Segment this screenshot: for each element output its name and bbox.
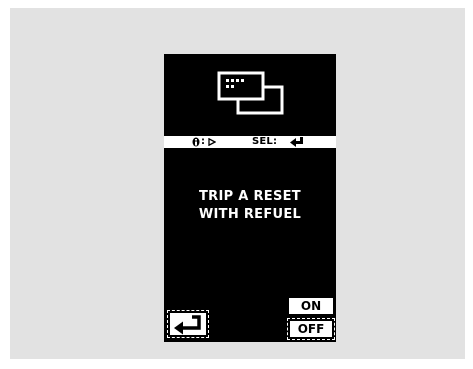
- off-button[interactable]: OFF: [287, 318, 335, 340]
- status-bar: : SEL:: [164, 136, 336, 148]
- display-screen: : SEL: TRIP A RESET WITH REFUEL ON OFF: [164, 54, 336, 342]
- message-text: TRIP A RESET WITH REFUEL: [164, 188, 336, 224]
- select-label: SEL:: [252, 136, 278, 147]
- back-arrow-icon: [170, 313, 206, 335]
- background-panel: : SEL: TRIP A RESET WITH REFUEL ON OFF: [10, 8, 465, 359]
- enter-icon: [290, 137, 303, 147]
- info-icon: [192, 137, 200, 147]
- message-line-1: TRIP A RESET: [199, 189, 301, 204]
- off-button-label: OFF: [290, 321, 332, 337]
- play-icon: [208, 138, 216, 146]
- on-button[interactable]: ON: [289, 298, 333, 314]
- back-button[interactable]: [167, 310, 209, 338]
- message-line-2: WITH REFUEL: [198, 207, 302, 222]
- windows-icon: [217, 71, 284, 115]
- info-separator: :: [201, 136, 205, 147]
